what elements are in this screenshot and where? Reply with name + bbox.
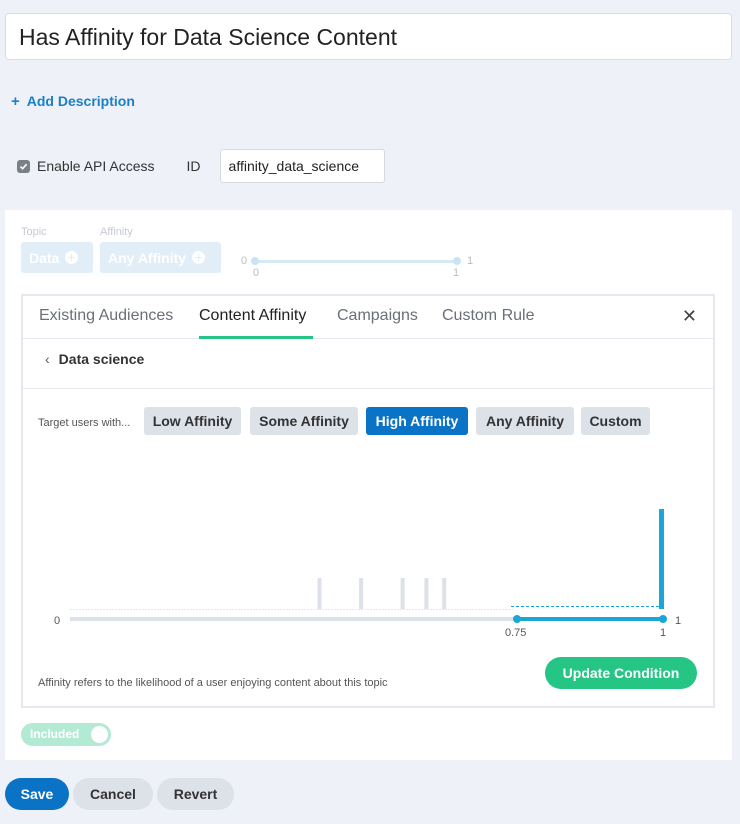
save-button[interactable]: Save xyxy=(5,778,69,810)
toggle-knob xyxy=(91,726,108,743)
histogram-range-selection xyxy=(517,617,664,621)
range-low-value: 0.75 xyxy=(505,627,526,639)
some-affinity-button[interactable]: Some Affinity xyxy=(250,407,358,435)
add-description-label: Add Description xyxy=(26,93,135,109)
topic-label: Topic xyxy=(21,226,47,238)
histogram-bar-3 xyxy=(424,578,429,609)
range-high-label: 1 xyxy=(453,267,460,279)
enable-api-label: Enable API Access xyxy=(37,158,155,174)
affinity-footer-note: Affinity refers to the likelihood of a u… xyxy=(38,677,388,689)
condition-editor: Existing Audiences Content Affinity Camp… xyxy=(21,294,715,708)
range-max-label: 1 xyxy=(467,255,474,267)
affinity-label: Affinity xyxy=(100,226,133,238)
plus-circle-icon xyxy=(192,251,206,264)
id-label: ID xyxy=(186,158,201,174)
topic-chip-label: Data xyxy=(29,249,60,266)
included-toggle[interactable]: Included xyxy=(21,723,111,746)
target-users-label: Target users with... xyxy=(38,417,131,429)
api-access-row: Enable API Access ID affinity_data_scien… xyxy=(17,149,385,183)
add-description-link[interactable]: + Add Description xyxy=(11,93,135,110)
tab-campaigns[interactable]: Campaigns xyxy=(337,307,418,325)
topic-chip[interactable]: Data xyxy=(21,242,93,273)
histogram-bar-1 xyxy=(359,578,364,609)
affinity-chip-label: Any Affinity xyxy=(108,249,187,266)
tab-existing-audiences[interactable]: Existing Audiences xyxy=(39,307,173,325)
revert-button[interactable]: Revert xyxy=(157,778,234,810)
included-toggle-label: Included xyxy=(30,727,80,741)
histogram-bar-4 xyxy=(442,578,447,609)
custom-affinity-button[interactable]: Custom xyxy=(581,407,650,435)
range-track xyxy=(255,260,456,263)
range-low-label: 0 xyxy=(253,267,260,279)
affinity-histogram: 0 1 0.75 1 xyxy=(54,509,681,639)
plus-circle-icon xyxy=(65,251,79,264)
id-field[interactable]: affinity_data_science xyxy=(219,149,385,183)
plus-icon: + xyxy=(11,93,20,110)
range-handle-low xyxy=(513,615,521,623)
axis-min-label: 0 xyxy=(54,615,60,627)
cancel-button[interactable]: Cancel xyxy=(73,778,153,810)
tab-content-affinity[interactable]: Content Affinity xyxy=(199,307,306,325)
active-tab-indicator xyxy=(199,336,313,339)
enable-api-checkbox[interactable] xyxy=(17,159,30,173)
range-handle-high xyxy=(659,615,667,623)
range-handle-high xyxy=(453,257,461,265)
histogram-bar-2 xyxy=(400,578,405,609)
condition-title-input[interactable]: Has Affinity for Data Science Content xyxy=(5,13,732,60)
high-affinity-button[interactable]: High Affinity xyxy=(366,407,468,435)
histogram-bar-5 xyxy=(659,509,664,609)
tab-custom-rule[interactable]: Custom Rule xyxy=(442,307,534,325)
editor-tabs: Existing Audiences Content Affinity Camp… xyxy=(23,296,713,339)
condition-panel: Topic Affinity Data Any Affinity 0 1 0 1… xyxy=(5,210,732,760)
range-high-value: 1 xyxy=(660,627,666,639)
condition-range-slider: 0 1 0 1 xyxy=(239,255,479,285)
breadcrumb-label: Data science xyxy=(58,351,145,367)
histogram-bar-0 xyxy=(317,578,322,609)
range-handle-low xyxy=(251,257,259,265)
divider xyxy=(23,388,713,389)
axis-max-label: 1 xyxy=(675,615,681,627)
affinity-chip[interactable]: Any Affinity xyxy=(100,242,221,273)
close-icon[interactable]: ✕ xyxy=(682,306,697,327)
range-min-label: 0 xyxy=(241,255,248,267)
breadcrumb[interactable]: ‹ Data science xyxy=(45,351,144,367)
update-condition-button[interactable]: Update Condition xyxy=(545,657,697,689)
low-affinity-button[interactable]: Low Affinity xyxy=(144,407,241,435)
any-affinity-button[interactable]: Any Affinity xyxy=(476,407,574,435)
chevron-left-icon: ‹ xyxy=(45,351,50,367)
